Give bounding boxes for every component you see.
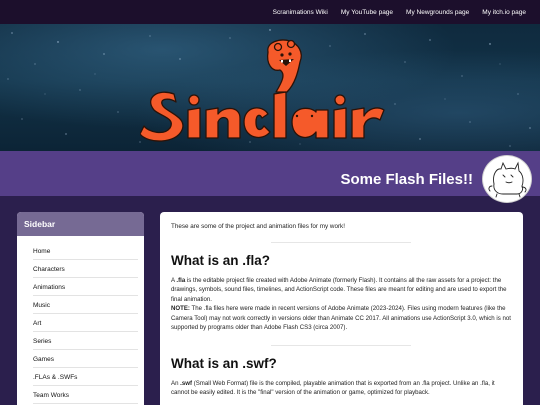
fla-heading: What is an .fla? bbox=[171, 253, 271, 268]
swf-text-bold: .swf bbox=[180, 379, 193, 387]
divider bbox=[271, 344, 411, 346]
divider bbox=[271, 242, 411, 243]
page-title: Some Flash Files!! bbox=[340, 171, 473, 188]
swf-text-pre: An bbox=[171, 379, 181, 387]
top-nav: Scranimations Wiki My YouTube page My Ne… bbox=[0, 0, 540, 24]
nav-link-wiki[interactable]: Scranimations Wiki bbox=[273, 9, 328, 16]
cat-sketch-icon bbox=[488, 161, 527, 198]
sidebar-item-flas-swfs[interactable]: .FLAs & .SWFs bbox=[33, 368, 138, 386]
sidebar-item-home[interactable]: Home bbox=[33, 242, 138, 260]
sidebar-item-team-works[interactable]: Team Works bbox=[33, 386, 138, 404]
sidebar-item-series[interactable]: Series bbox=[33, 332, 138, 350]
swf-description: An .swf (Small Web Format) file is the c… bbox=[171, 379, 512, 398]
fla-text-bold: .fla bbox=[176, 277, 186, 284]
main-content: These are some of the project and animat… bbox=[160, 212, 523, 405]
header-banner bbox=[0, 24, 540, 151]
nav-link-itchio[interactable]: My itch.io page bbox=[482, 9, 526, 16]
nav-link-newgrounds[interactable]: My Newgrounds page bbox=[406, 9, 469, 16]
swf-heading: What is an .swf? bbox=[171, 355, 277, 371]
sidebar: Sidebar Home Characters Animations Music… bbox=[17, 212, 144, 405]
sidebar-heading: Sidebar bbox=[17, 212, 144, 236]
fla-description: A .fla is the editable project file crea… bbox=[171, 276, 512, 333]
nav-link-youtube[interactable]: My YouTube page bbox=[341, 9, 393, 16]
sinclair-logo bbox=[140, 39, 385, 142]
cat-avatar bbox=[482, 155, 532, 203]
sidebar-menu: Home Characters Animations Music Art Ser… bbox=[17, 236, 144, 404]
swf-text-post: (Small Web Format) file is the compiled,… bbox=[171, 379, 495, 397]
note-label: NOTE: bbox=[171, 305, 190, 313]
sidebar-item-games[interactable]: Games bbox=[33, 350, 138, 368]
sidebar-item-art[interactable]: Art bbox=[33, 314, 138, 332]
fla-text-post: is the editable project file created wit… bbox=[171, 277, 507, 303]
note-text: The .fla files here were made in recent … bbox=[171, 305, 511, 332]
intro-text: These are some of the project and animat… bbox=[171, 223, 345, 230]
sidebar-item-music[interactable]: Music bbox=[33, 296, 138, 314]
sidebar-item-characters[interactable]: Characters bbox=[33, 260, 138, 278]
sidebar-item-animations[interactable]: Animations bbox=[33, 278, 138, 296]
